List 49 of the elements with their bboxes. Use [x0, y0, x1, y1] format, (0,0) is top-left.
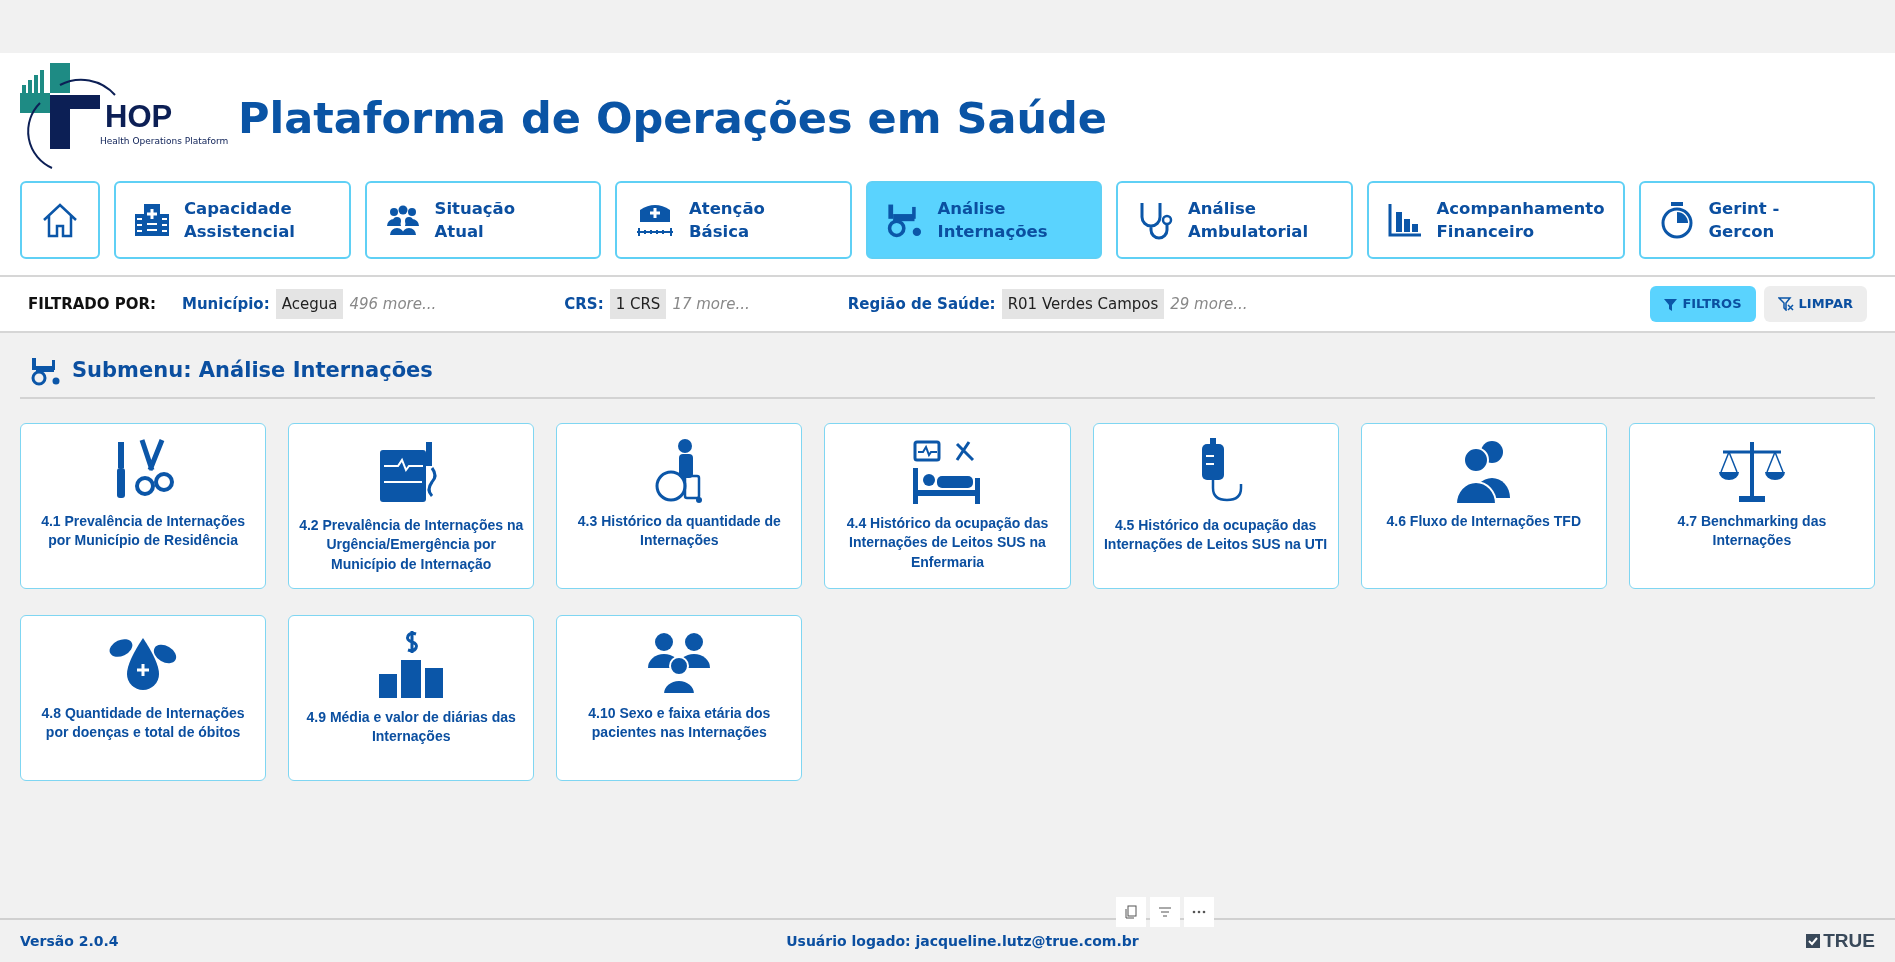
page-title: Plataforma de Operações em Saúde [238, 93, 1107, 143]
report-card[interactable]: 4.2 Prevalência de Internações na Urgência/Emergência por Município de Internação [288, 422, 535, 589]
filter-value-chip[interactable]: 1 CRS [609, 288, 667, 320]
nav-tab[interactable]: Atenção Básica [615, 181, 852, 259]
filter-value-chip[interactable]: Acegua [275, 288, 344, 320]
copy-button[interactable] [1116, 897, 1146, 927]
nav-tab[interactable]: Gerint - Gercon [1638, 181, 1875, 259]
logo-name: HOP [105, 99, 173, 135]
nav-tab[interactable]: Capacidade Assistencial [114, 181, 351, 259]
report-card[interactable]: 4.7 Benchmarking das Internações [1628, 422, 1875, 589]
report-card[interactable]: 4.8 Quantidade de Internações por doenças e total de óbitos [20, 614, 267, 781]
nav-tab[interactable]: Análise Internações [865, 181, 1102, 259]
logo-tagline: Health Operations Plataform [100, 135, 229, 148]
more-count-text: 17 more... [672, 293, 750, 315]
brand-logo-text: TRUE [1823, 930, 1875, 952]
logged-user-text: Usuário logado: jacqueline.lutz@true.com.br [786, 931, 1139, 951]
filter-lines-icon [1158, 906, 1172, 918]
filter-label: Município: [182, 293, 270, 315]
nav-tab[interactable]: Acompanhamento Financeiro [1366, 181, 1625, 259]
nav-tab[interactable]: Análise Ambulatorial [1116, 181, 1353, 259]
submenu-title: Submenu: Análise Internações [72, 357, 433, 384]
home-button[interactable] [20, 181, 100, 259]
report-card[interactable]: 4.5 Histórico da ocupação das Internações de Leitos SUS na UTI [1092, 422, 1339, 589]
filters-button[interactable]: FILTROS [1650, 286, 1756, 322]
filter-value-chip[interactable]: R01 Verdes Campos [1001, 288, 1165, 320]
report-card[interactable]: 4.9 Média e valor de diárias das Internações [288, 614, 535, 781]
report-card[interactable]: 4.4 Histórico da ocupação das Internações de Leitos SUS na Enfermaria [824, 422, 1071, 589]
more-icon [1192, 910, 1206, 914]
nav-tab[interactable]: Situação Atual [364, 181, 601, 259]
report-card[interactable]: 4.10 Sexo e faixa etária dos pacientes nas Internações [556, 614, 803, 781]
check-box-icon [1806, 934, 1821, 948]
filter-button[interactable] [1150, 897, 1180, 927]
filter-icon [1664, 297, 1678, 311]
hospital-building-icon [134, 202, 170, 238]
more-count-text: 29 more... [1170, 293, 1248, 315]
report-card[interactable]: 4.3 Histórico da quantidade de Internações [556, 422, 803, 589]
clear-filters-button[interactable]: LIMPAR [1763, 286, 1867, 322]
more-count-text: 496 more... [349, 293, 437, 315]
filter-label: CRS: [564, 293, 604, 315]
more-button[interactable] [1184, 897, 1214, 927]
filter-clear-icon [1777, 297, 1794, 311]
filter-bar-label: FILTRADO POR: [28, 293, 156, 315]
version-text: Versão 2.0.4 [20, 931, 119, 951]
report-card[interactable]: 4.6 Fluxo de Internações TFD [1360, 422, 1607, 589]
people-group-icon [384, 204, 421, 236]
copy-icon [1124, 905, 1138, 919]
report-card[interactable]: 4.1 Prevalência de Internações por Município de Residência [20, 422, 267, 589]
filter-label: Região de Saúde: [847, 293, 996, 315]
bar-chart-icon [1386, 202, 1423, 238]
